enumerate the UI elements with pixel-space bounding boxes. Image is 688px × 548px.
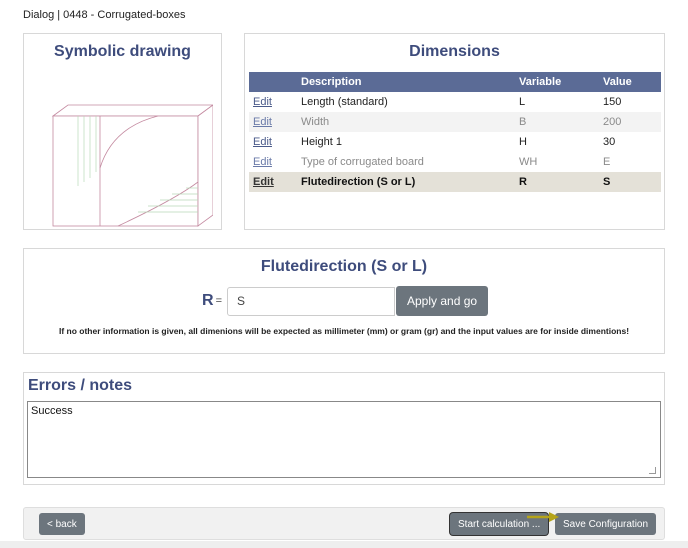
dimensions-title: Dimensions <box>409 43 500 60</box>
table-row: Edit Type of corrugated board WH E <box>249 152 661 172</box>
dimensions-panel: Dimensions Description Variable Value Ed… <box>244 33 665 230</box>
flutedirection-title: Flutedirection (S or L) <box>260 258 428 275</box>
page-title: Dialog | 0448 - Corrugated-boxes <box>23 9 186 21</box>
row-description: Height 1 <box>301 136 342 148</box>
edit-link[interactable]: Edit <box>253 136 272 148</box>
variable-label: R <box>202 292 214 309</box>
row-description: Width <box>297 112 515 132</box>
column-header-description: Description <box>297 72 515 92</box>
column-header-edit <box>249 72 297 92</box>
column-header-variable: Variable <box>515 72 599 92</box>
back-button[interactable]: < back <box>39 513 85 535</box>
row-variable: WH <box>519 156 538 168</box>
column-header-value: Value <box>599 72 661 92</box>
errors-panel: Errors / notes Success <box>23 372 665 485</box>
footer-bar: < back Start calculation ... Save Config… <box>23 507 665 540</box>
row-description: Type of corrugated board <box>301 156 424 168</box>
value-input[interactable] <box>227 286 395 316</box>
row-variable: L <box>519 96 526 108</box>
resize-grip-icon[interactable] <box>649 467 656 474</box>
units-note: If no other information is given, all di… <box>58 326 630 336</box>
row-value: 150 <box>603 96 622 108</box>
row-value: S <box>599 172 661 192</box>
edit-link[interactable]: Edit <box>253 96 272 108</box>
dimensions-table: Description Variable Value Edit Length (… <box>249 72 661 192</box>
box-drawing <box>51 104 213 227</box>
row-variable: R <box>515 172 599 192</box>
bottom-strip <box>0 541 688 548</box>
save-configuration-button[interactable]: Save Configuration <box>555 513 657 535</box>
row-value: 30 <box>603 136 616 148</box>
apply-and-go-button[interactable]: Apply and go <box>396 286 489 316</box>
edit-link[interactable]: Edit <box>253 116 272 128</box>
symbolic-drawing-title: Symbolic drawing <box>54 43 191 60</box>
errors-notes-textarea[interactable]: Success <box>27 401 661 478</box>
table-header-row: Description Variable Value <box>249 72 661 92</box>
table-row-selected: Edit Flutedirection (S or L) R S <box>249 172 661 192</box>
value-entry-row: R = Apply and go <box>202 286 489 316</box>
row-variable: B <box>515 112 599 132</box>
row-description: Length (standard) <box>301 96 388 108</box>
errors-title: Errors / notes <box>28 377 133 394</box>
row-value: 200 <box>599 112 661 132</box>
table-row: Edit Length (standard) L 150 <box>249 92 661 112</box>
edit-link[interactable]: Edit <box>253 176 274 188</box>
row-value: E <box>603 156 611 168</box>
table-row: Edit Width B 200 <box>249 112 661 132</box>
row-variable: H <box>519 136 527 148</box>
table-row: Edit Height 1 H 30 <box>249 132 661 152</box>
flutedirection-panel: Flutedirection (S or L) R = Apply and go… <box>23 248 665 354</box>
pointer-arrow-icon <box>527 512 559 522</box>
equals-sign: = <box>215 295 222 307</box>
symbolic-drawing-panel: Symbolic drawing <box>23 33 222 230</box>
row-description: Flutedirection (S or L) <box>297 172 515 192</box>
edit-link[interactable]: Edit <box>253 156 272 168</box>
